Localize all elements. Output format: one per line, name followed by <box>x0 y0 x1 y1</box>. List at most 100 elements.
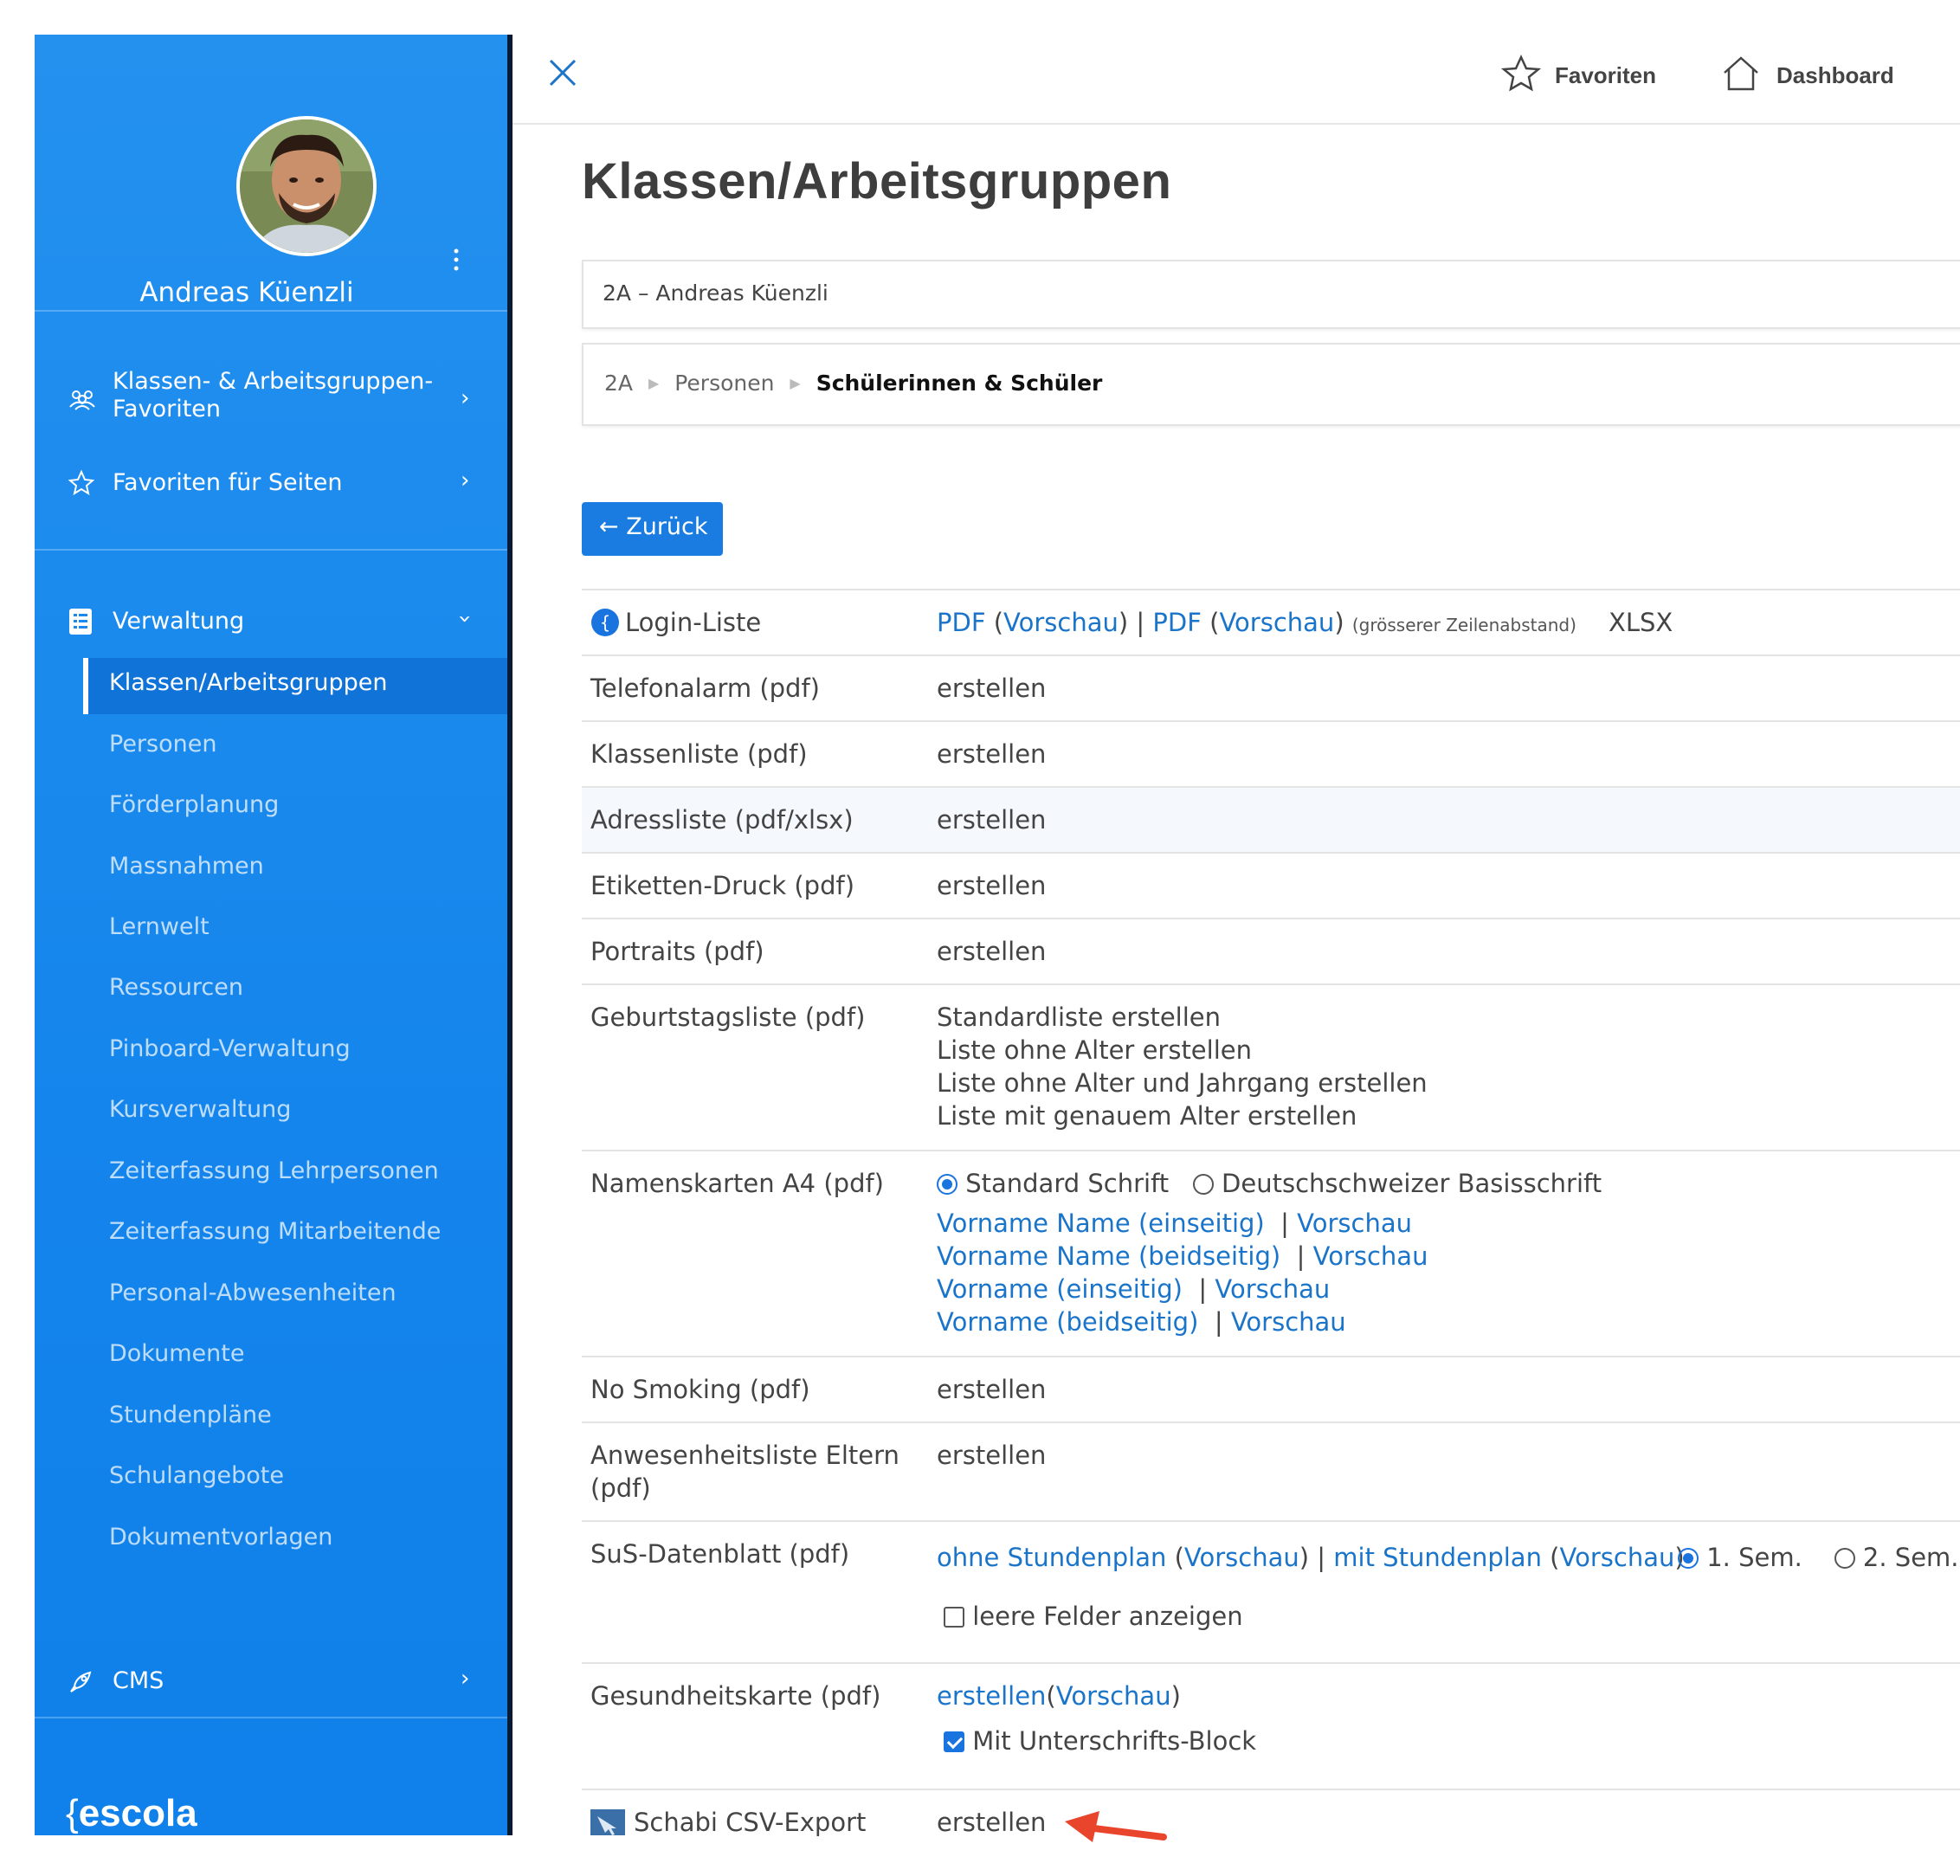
avatar[interactable] <box>236 116 377 256</box>
row-label-schabi: Schabi CSV-Export <box>634 1808 867 1837</box>
namenskarte-row: Vorname (beidseitig) | Vorschau <box>937 1307 1346 1337</box>
sidebar-item-page-favorites[interactable]: Favoriten für Seiten › <box>35 467 509 502</box>
radio-standard-schrift[interactable] <box>937 1174 957 1195</box>
sidebar-subitem-kursverwaltung[interactable]: Kursverwaltung <box>109 1096 291 1123</box>
semester-radio-group: 1. Sem. 2. Sem. <box>1678 1541 1959 1574</box>
datenblatt-ohne-link[interactable]: ohne Stundenplan <box>937 1543 1166 1572</box>
namenskarte-name-beidseitig-link[interactable]: Vorname Name (beidseitig) <box>937 1241 1280 1271</box>
namenskarte-vorname-beidseitig-link[interactable]: Vorname (beidseitig) <box>937 1307 1198 1337</box>
divider <box>35 549 509 551</box>
geburtstag-genau-link[interactable]: Liste mit genauem Alter erstellen <box>937 1099 1357 1132</box>
breadcrumb-separator-icon: ▶ <box>648 375 660 391</box>
sidebar-subitem-klassen[interactable]: Klassen/Arbeitsgruppen <box>109 669 388 696</box>
portraits-create-link[interactable]: erstellen <box>937 935 1046 968</box>
sidebar-subitem-lernwelt[interactable]: Lernwelt <box>109 913 210 940</box>
sidebar-subitem-dokumente[interactable]: Dokumente <box>109 1340 244 1367</box>
dashboard-link[interactable]: Dashboard <box>1776 62 1894 89</box>
login-preview-link[interactable]: Vorschau <box>1003 608 1119 637</box>
sidebar-subitem-massnahmen[interactable]: Massnahmen <box>109 853 264 880</box>
sidebar-subitem-pinboard[interactable]: Pinboard-Verwaltung <box>109 1035 351 1062</box>
sidebar-subitem-abwesenheiten[interactable]: Personal-Abwesenheiten <box>109 1280 397 1306</box>
login-note: (grösserer Zeilenabstand) <box>1351 615 1576 635</box>
namenskarte-vorname-einseitig-link[interactable]: Vorname (einseitig) <box>937 1274 1183 1304</box>
sidebar-subitem-zeit-lehr[interactable]: Zeiterfassung Lehrpersonen <box>109 1157 439 1184</box>
geburtstag-ohne-alter-link[interactable]: Liste ohne Alter erstellen <box>937 1034 1252 1067</box>
login-pdf-link[interactable]: PDF <box>937 608 986 637</box>
radio-basisschrift[interactable] <box>1192 1174 1214 1195</box>
sidebar-subitem-foerderplanung[interactable]: Förderplanung <box>109 791 279 818</box>
geburtstag-standard-link[interactable]: Standardliste erstellen <box>937 1001 1221 1034</box>
sidebar-subitem-schulangebote[interactable]: Schulangebote <box>109 1462 284 1489</box>
rocket-icon <box>68 1667 97 1697</box>
namenskarte-preview-link[interactable]: Vorschau <box>1297 1209 1412 1238</box>
datenblatt-ohne-preview-link[interactable]: Vorschau <box>1184 1543 1299 1572</box>
namenskarte-name-einseitig-link[interactable]: Vorname Name (einseitig) <box>937 1209 1265 1238</box>
adressliste-create-link[interactable]: erstellen <box>937 803 1046 836</box>
sidebar-item-verwaltung[interactable]: Verwaltung › <box>35 606 509 641</box>
back-button[interactable]: ← Zurück <box>582 502 723 556</box>
radio-label-sem-1: 1. Sem. <box>1706 1543 1802 1572</box>
radio-sem-2[interactable] <box>1834 1548 1855 1569</box>
divider <box>35 1717 509 1718</box>
row-divider <box>582 1789 1960 1790</box>
datenblatt-mit-link[interactable]: mit Stundenplan <box>1333 1543 1542 1572</box>
sidebar-subitem-dokumentvorlagen[interactable]: Dokumentvorlagen <box>109 1524 332 1550</box>
breadcrumb-separator-icon: ▶ <box>790 375 801 391</box>
page-title: Klassen/Arbeitsgruppen <box>582 153 1172 210</box>
user-menu-icon[interactable] <box>452 248 461 274</box>
nosmoking-create-link[interactable]: erstellen <box>937 1373 1046 1406</box>
gesundheit-preview-link[interactable]: Vorschau <box>1056 1681 1171 1711</box>
radio-sem-1[interactable] <box>1678 1548 1699 1569</box>
gesundheit-create-link[interactable]: erstellen <box>937 1681 1046 1711</box>
row-label-anwesenheit: Anwesenheitsliste Eltern <box>590 1441 899 1470</box>
radio-label-sem-2: 2. Sem. <box>1862 1543 1959 1572</box>
escola-logo[interactable]: {escola <box>66 1792 197 1835</box>
row-label-adressliste: Adressliste (pdf/xlsx) <box>590 805 854 835</box>
signature-block-checkbox[interactable] <box>944 1731 964 1752</box>
sidebar-item-cms[interactable]: CMS › <box>35 1666 509 1700</box>
login-xlsx-link[interactable]: XLSX <box>1609 606 1673 639</box>
favorites-link[interactable]: Favoriten <box>1555 62 1656 89</box>
sidebar-item-label: Klassen- & Arbeitsgruppen- <box>113 368 434 395</box>
close-icon[interactable] <box>547 57 578 88</box>
namenskarte-preview-link[interactable]: Vorschau <box>1215 1274 1330 1304</box>
sidebar-subitem-personen[interactable]: Personen <box>109 731 216 757</box>
login-preview-large-link[interactable]: Vorschau <box>1219 608 1334 637</box>
namenskarte-preview-link[interactable]: Vorschau <box>1231 1307 1346 1337</box>
empty-fields-checkbox[interactable] <box>944 1607 964 1628</box>
star-icon[interactable] <box>1500 54 1542 93</box>
divider <box>35 310 509 312</box>
chevron-right-icon: › <box>461 1666 470 1692</box>
telefonalarm-create-link[interactable]: erstellen <box>937 672 1046 705</box>
datenblatt-links: ohne Stundenplan (Vorschau) | mit Stunde… <box>937 1543 1685 1572</box>
svg-text:{: { <box>600 612 611 633</box>
row-label-datenblatt: SuS-Datenblatt (pdf) <box>590 1539 850 1569</box>
login-pdf-large-link[interactable]: PDF <box>1152 608 1202 637</box>
sidebar-subitem-stundenplaene[interactable]: Stundenpläne <box>109 1402 272 1428</box>
row-label-geburtstag: Geburtstagsliste (pdf) <box>590 1002 866 1032</box>
breadcrumb-personen[interactable]: Personen <box>674 371 774 396</box>
datenblatt-mit-preview-link[interactable]: Vorschau <box>1560 1543 1675 1572</box>
row-label-nosmoking: No Smoking (pdf) <box>590 1375 810 1404</box>
klassenliste-create-link[interactable]: erstellen <box>937 738 1046 770</box>
home-icon[interactable] <box>1721 54 1761 93</box>
breadcrumb: 2A ▶ Personen ▶ Schülerinnen & Schüler <box>582 343 1960 426</box>
schabi-create-link[interactable]: erstellen <box>937 1806 1046 1839</box>
anwesenheit-create-link[interactable]: erstellen <box>937 1439 1046 1472</box>
user-name[interactable]: Andreas Küenzli <box>35 277 511 308</box>
breadcrumb-class[interactable]: 2A <box>604 371 633 396</box>
sidebar-item-label: Verwaltung <box>113 608 245 635</box>
sidebar-item-group-favorites[interactable]: Klassen- & Arbeitsgruppen- Favoriten › <box>35 368 509 437</box>
sidebar-subitem-ressourcen[interactable]: Ressourcen <box>109 974 243 1001</box>
namenskarte-preview-link[interactable]: Vorschau <box>1313 1241 1428 1271</box>
sidebar-subitem-zeit-mitarb[interactable]: Zeiterfassung Mitarbeitende <box>109 1218 441 1245</box>
namenskarte-row: Vorname Name (beidseitig) | Vorschau <box>937 1241 1428 1271</box>
row-label-portraits: Portraits (pdf) <box>590 937 764 966</box>
geburtstag-ohne-jahrgang-link[interactable]: Liste ohne Alter und Jahrgang erstellen <box>937 1067 1428 1099</box>
etiketten-create-link[interactable]: erstellen <box>937 869 1046 902</box>
row-divider <box>582 1520 1960 1522</box>
class-selector-value: 2A – Andreas Küenzli <box>603 280 828 306</box>
class-selector[interactable]: 2A – Andreas Küenzli <box>582 260 1960 329</box>
row-divider <box>582 918 1960 919</box>
row-divider <box>582 589 1960 590</box>
